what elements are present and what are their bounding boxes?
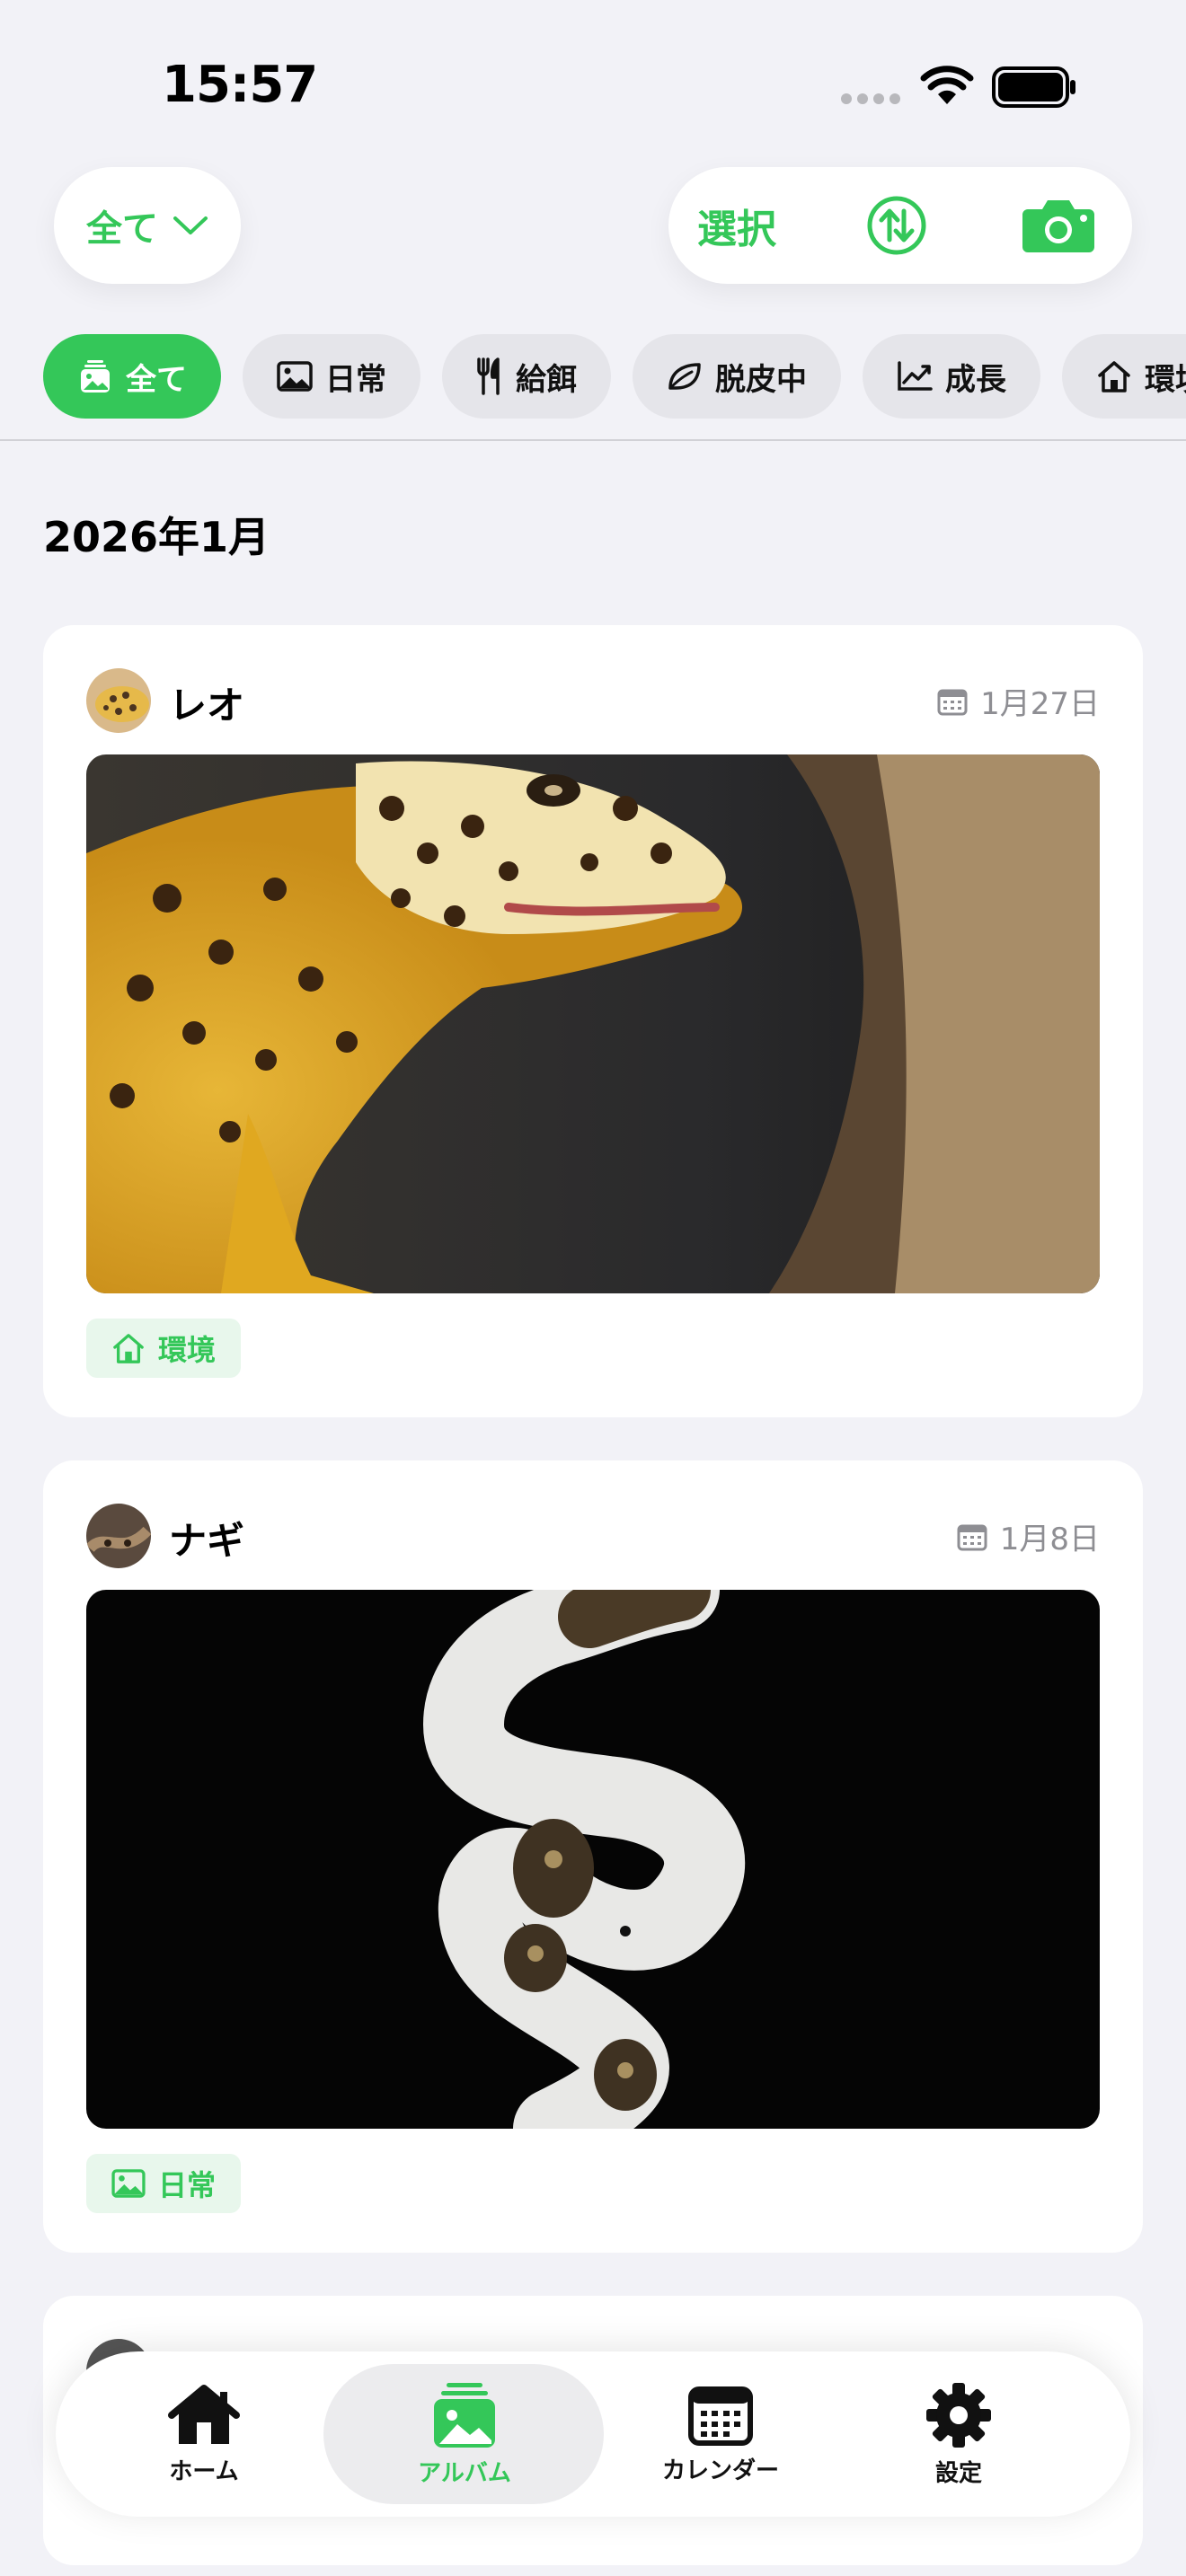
calendar-icon — [957, 1524, 987, 1550]
battery-icon — [992, 66, 1075, 108]
entry-photo[interactable] — [86, 1590, 1100, 2129]
tab-calendar[interactable]: カレンダー — [640, 2351, 801, 2517]
chip-daily[interactable]: 日常 — [243, 334, 420, 419]
chip-feeding[interactable]: 給餌 — [442, 334, 611, 419]
pet-name: レオ — [169, 684, 245, 728]
calendar-icon — [937, 689, 968, 715]
avatar — [86, 668, 151, 733]
tab-album[interactable]: アルバム — [334, 2351, 595, 2517]
album-stack-icon — [434, 2382, 495, 2448]
album-entry-card[interactable]: レオ 1月27日 環境 — [43, 625, 1143, 1417]
house-icon — [168, 2384, 240, 2444]
entry-tag-label: 環境 — [158, 1333, 217, 1367]
gear-icon — [926, 2382, 991, 2448]
month-header: 2026年1月 — [43, 513, 270, 561]
entry-photo[interactable] — [86, 754, 1100, 1293]
entry-tag-label: 日常 — [158, 2168, 217, 2202]
tab-label: アルバム — [418, 2459, 511, 2487]
chip-label: 全て — [126, 361, 187, 398]
chip-label: 給餌 — [516, 361, 577, 398]
tab-label: カレンダー — [661, 2457, 779, 2484]
entry-tag[interactable]: 環境 — [86, 1319, 242, 1378]
album-entry-card[interactable]: ナギ 1月8日 日常 — [43, 1460, 1143, 2253]
photo-icon — [111, 2169, 146, 2198]
chevron-down-icon — [173, 216, 208, 234]
chip-all[interactable]: 全て — [43, 334, 221, 419]
house-icon — [1098, 361, 1130, 393]
album-stack-icon — [81, 360, 110, 393]
fork-knife-icon — [477, 357, 500, 395]
pet-name: ナギ — [169, 1519, 245, 1563]
entry-date: 1月27日 — [937, 679, 1100, 723]
sort-icon[interactable] — [866, 195, 927, 256]
filter-dropdown[interactable]: 全て — [54, 167, 241, 284]
chip-label: 成長 — [945, 361, 1006, 398]
tab-bar: ホーム アルバム カレンダー 設定 — [56, 2351, 1130, 2517]
filter-dropdown-label: 全て — [86, 208, 158, 250]
chart-line-icon — [898, 361, 933, 391]
cellular-signal-icon — [841, 93, 900, 106]
entry-date-text: 1月27日 — [980, 686, 1100, 722]
tab-home[interactable]: ホーム — [137, 2351, 271, 2517]
camera-icon[interactable] — [1021, 197, 1096, 254]
entry-date-text: 1月8日 — [999, 1522, 1100, 1557]
avatar — [86, 1504, 151, 1568]
select-button[interactable]: 選択 — [697, 167, 776, 284]
header-actions: 選択 — [668, 167, 1132, 284]
calendar-icon — [688, 2386, 753, 2446]
leaf-icon — [668, 363, 701, 390]
wifi-icon — [920, 66, 974, 104]
divider — [0, 439, 1186, 441]
chip-growth[interactable]: 成長 — [863, 334, 1040, 419]
chip-environment[interactable]: 環境 — [1062, 334, 1186, 419]
house-icon — [113, 1334, 144, 1363]
photo-icon — [277, 361, 313, 392]
entry-date: 1月8日 — [957, 1514, 1100, 1558]
chip-label: 日常 — [325, 361, 386, 398]
status-time: 15:57 — [162, 56, 318, 114]
entry-tag[interactable]: 日常 — [86, 2154, 242, 2213]
chip-shedding[interactable]: 脱皮中 — [633, 334, 841, 419]
chip-label: 環境 — [1145, 361, 1186, 398]
tab-label: 設定 — [934, 2459, 982, 2487]
chip-label: 脱皮中 — [715, 361, 807, 398]
tab-settings[interactable]: 設定 — [909, 2351, 1008, 2517]
tab-label: ホーム — [169, 2457, 239, 2485]
category-chips: 全て 日常 給餌 脱皮中 成長 環境 — [43, 334, 1186, 419]
